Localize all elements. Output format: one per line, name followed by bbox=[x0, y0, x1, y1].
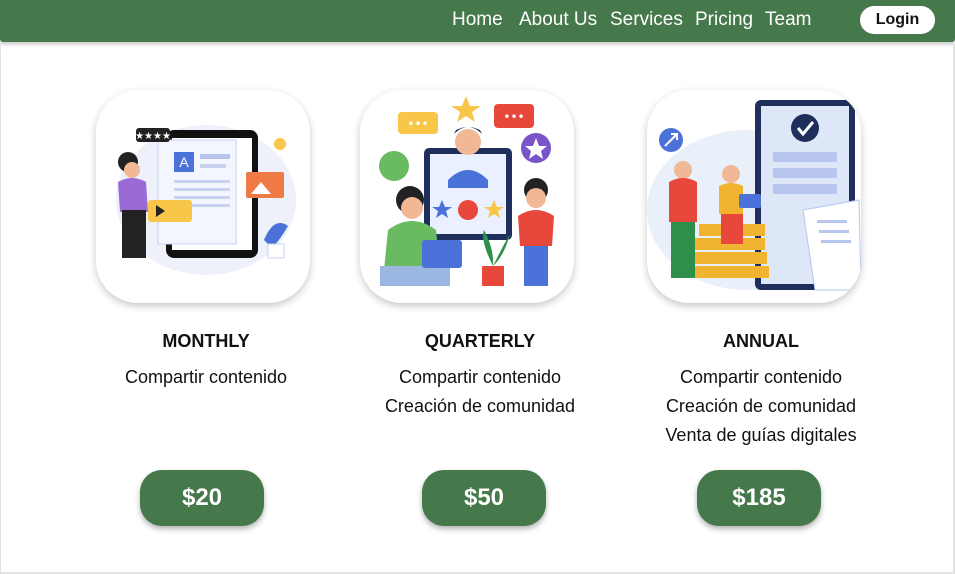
svg-text:•••: ••• bbox=[503, 110, 524, 124]
feature-item: Compartir contenido bbox=[124, 367, 288, 387]
feature-list: Compartir contenido Creación de comunida… bbox=[340, 363, 620, 421]
nav-link-about-us[interactable]: About Us bbox=[519, 9, 597, 31]
svg-text:A: A bbox=[179, 154, 189, 170]
plan-card-annual: ANNUAL Compartir contenido Creación de c… bbox=[621, 90, 901, 530]
top-navbar: Home About Us Services Pricing Team Logi… bbox=[0, 0, 955, 42]
nav-link-pricing[interactable]: Pricing bbox=[695, 9, 753, 31]
plan-name: ANNUAL bbox=[723, 331, 799, 351]
left-border bbox=[0, 42, 1, 574]
plan-card-quarterly: ••• ••• QUARTERLY Compartir contenido Cr… bbox=[340, 90, 620, 530]
monthly-illustration: A ★★★★ bbox=[96, 90, 310, 303]
nav-link-services[interactable]: Services bbox=[610, 9, 683, 31]
svg-text:•••: ••• bbox=[407, 117, 428, 131]
price-button-monthly[interactable]: $20 bbox=[140, 470, 264, 526]
plan-name: MONTHLY bbox=[162, 331, 250, 351]
price-button-quarterly[interactable]: $50 bbox=[422, 470, 546, 526]
feature-item: Compartir contenido bbox=[679, 367, 843, 387]
feature-item: Creación de comunidad bbox=[665, 396, 857, 416]
content-sharing-illustration: A ★★★★ bbox=[116, 125, 296, 275]
feature-item: Compartir contenido bbox=[398, 367, 562, 387]
feature-item: Creación de comunidad bbox=[384, 396, 576, 416]
plan-name: QUARTERLY bbox=[424, 331, 536, 351]
nav-link-home[interactable]: Home bbox=[452, 9, 503, 31]
nav-link-team[interactable]: Team bbox=[765, 9, 811, 31]
plan-card-monthly: A ★★★★ MONTHLY Compartir contenido $20 bbox=[66, 90, 346, 530]
login-button[interactable]: Login bbox=[860, 6, 935, 34]
feature-list: Compartir contenido bbox=[66, 363, 346, 392]
annual-illustration bbox=[647, 90, 861, 303]
svg-text:★★★★: ★★★★ bbox=[135, 131, 171, 142]
community-illustration: ••• ••• bbox=[379, 96, 554, 286]
digital-sales-illustration bbox=[647, 100, 861, 291]
feature-item: Venta de guías digitales bbox=[665, 425, 857, 445]
price-button-annual[interactable]: $185 bbox=[697, 470, 821, 526]
feature-list: Compartir contenido Creación de comunida… bbox=[621, 363, 901, 450]
quarterly-illustration: ••• ••• bbox=[360, 90, 574, 303]
